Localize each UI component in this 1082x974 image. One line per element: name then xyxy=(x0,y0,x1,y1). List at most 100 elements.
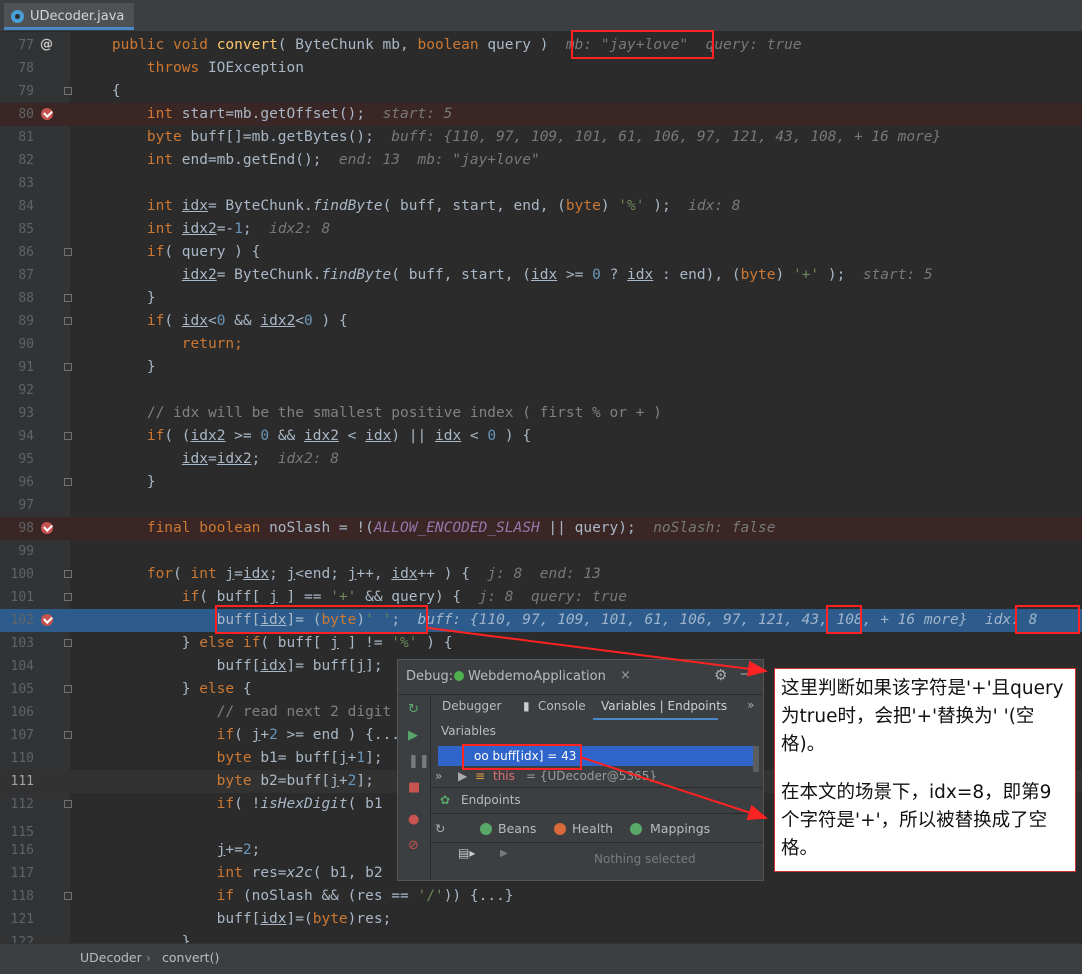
fold-icon[interactable] xyxy=(64,731,72,739)
breadcrumb-class[interactable]: UDecoder xyxy=(80,944,142,972)
endpoints-label[interactable]: Endpoints xyxy=(461,793,521,807)
code-text: int start=mb.getOffset(); start: 5 xyxy=(77,106,453,122)
line-number: 105 xyxy=(10,682,34,697)
list-icon[interactable]: ▤▸ xyxy=(458,846,475,860)
fold-icon[interactable] xyxy=(64,685,72,693)
fold-icon[interactable] xyxy=(64,570,72,578)
annotation-paragraph-2: 在本文的场景下，idx=8，即第9个字符是'+'，所以被替换成了空格。 xyxy=(781,782,1052,859)
debug-session-tab[interactable]: WebdemoApplication xyxy=(468,669,606,684)
highlight-mb-hint xyxy=(571,30,714,59)
expand-icon[interactable]: ▶ xyxy=(500,848,508,859)
inline-hint: start: 5 xyxy=(382,106,453,122)
fold-icon[interactable] xyxy=(64,248,72,256)
code-text: final boolean noSlash = !(ALLOW_ENCODED_… xyxy=(77,520,776,536)
breadcrumb: UDecoder › convert() xyxy=(0,943,1082,974)
variables-label: Variables xyxy=(441,724,496,738)
code-line: 101 if( buff[ j ] == '+' && query) { j: … xyxy=(0,586,1082,609)
line-number: 101 xyxy=(10,590,34,605)
fold-icon[interactable] xyxy=(64,639,72,647)
stop-icon[interactable]: ■ xyxy=(408,780,420,795)
highlight-idx-hint xyxy=(1015,605,1080,634)
file-tab-udecoder[interactable]: UDecoder.java xyxy=(4,3,135,30)
code-line: 81 byte buff[]=mb.getBytes(); buff: {110… xyxy=(0,126,1082,149)
close-icon[interactable]: × xyxy=(620,668,631,683)
fold-icon[interactable] xyxy=(64,87,72,95)
code-line: 118 if (noSlash && (res == '/')) {...} xyxy=(0,885,1082,908)
breakpoint-icon[interactable] xyxy=(41,108,53,120)
variable-row-buff-idx[interactable]: oo buff[idx] = 43 xyxy=(438,746,753,766)
override-icon[interactable]: @ xyxy=(40,38,54,52)
tab-beans[interactable]: Beans xyxy=(498,821,536,836)
line-number: 99 xyxy=(18,544,34,559)
line-number: 103 xyxy=(10,636,34,651)
expand-arrow-icon[interactable]: ▶ xyxy=(458,766,467,786)
fold-icon[interactable] xyxy=(64,294,72,302)
fold-icon[interactable] xyxy=(64,800,72,808)
view-breakpoints-icon[interactable]: ● xyxy=(408,812,419,827)
breakpoint-icon[interactable] xyxy=(41,522,53,534)
console-icon: ▮ xyxy=(523,699,530,713)
tab-debugger[interactable]: Debugger xyxy=(442,699,501,713)
execution-line: 102 buff[idx]= (byte)' '; buff: {110, 97… xyxy=(0,609,1082,632)
gear-icon[interactable]: ⚙ xyxy=(714,666,727,684)
line-number: 107 xyxy=(10,728,34,743)
minimize-icon[interactable]: — xyxy=(740,664,755,682)
code-text: for( int j=idx; j<end; j++, idx++ ) { j:… xyxy=(77,566,601,582)
divider xyxy=(431,813,763,814)
code-line: 86 if( query ) { xyxy=(0,241,1082,264)
pause-icon[interactable]: ❚❚ xyxy=(408,754,430,769)
line-number: 106 xyxy=(10,705,34,720)
fold-icon[interactable] xyxy=(64,478,72,486)
code-line: 121 buff[idx]=(byte)res; xyxy=(0,908,1082,931)
tab-health[interactable]: Health xyxy=(572,821,613,836)
debug-tool-window[interactable]: Debug: WebdemoApplication × ⚙ — ↻ ▶ ❚❚ ■… xyxy=(397,659,764,881)
breakpoint-icon[interactable] xyxy=(41,614,53,626)
debug-tabs: Debugger ▮ Console Variables | Endpoints… xyxy=(398,694,763,720)
annotation-paragraph-1: 这里判断如果该字符是'+'且query为true时，会把'+'替换为' '(空格… xyxy=(781,678,1064,755)
more-tabs-icon[interactable]: » xyxy=(747,698,754,712)
breadcrumb-method[interactable]: convert() xyxy=(162,944,219,972)
variable-row-this[interactable]: » ▶ ≡ this = {UDecoder@5365} xyxy=(435,766,753,786)
line-number: 117 xyxy=(10,866,34,881)
line-number: 118 xyxy=(10,889,34,904)
code-line: 87 idx2= ByteChunk.findByte( buff, start… xyxy=(0,264,1082,287)
inline-hint: idx2: 8 xyxy=(277,451,339,467)
line-number: 121 xyxy=(10,912,34,927)
code-comment: // idx will be the smallest positive ind… xyxy=(77,405,662,421)
line-number: 77 xyxy=(18,38,34,53)
active-tab-indicator xyxy=(593,718,718,720)
inline-hint-query: query: true xyxy=(705,37,802,53)
scrollbar[interactable] xyxy=(753,746,759,772)
code-text: byte b1= buff[j+1]; xyxy=(77,750,383,766)
refresh-icon[interactable]: ↻ xyxy=(435,821,445,836)
line-number: 79 xyxy=(18,84,34,99)
line-number: 98 xyxy=(18,521,34,536)
endpoint-tabs: ↻ Beans Health Mappings xyxy=(433,818,763,840)
tab-console[interactable]: Console xyxy=(538,699,586,713)
fold-icon[interactable] xyxy=(64,317,72,325)
breadcrumb-separator: › xyxy=(146,950,151,965)
tab-variables-endpoints[interactable]: Variables | Endpoints xyxy=(601,699,727,713)
code-line: 82 int end=mb.getEnd(); end: 13 mb: "jay… xyxy=(0,149,1082,172)
code-line: 89 if( idx<0 && idx2<0 ) { xyxy=(0,310,1082,333)
fold-icon[interactable] xyxy=(64,593,72,601)
fold-icon[interactable] xyxy=(64,363,72,371)
fold-icon[interactable] xyxy=(64,432,72,440)
resume-icon[interactable]: ▶ xyxy=(408,728,418,743)
line-number: 102 xyxy=(10,613,34,628)
line-number: 110 xyxy=(10,751,34,766)
line-number: 111 xyxy=(10,774,34,789)
line-number: 85 xyxy=(18,222,34,237)
code-text: byte b2=buff[j+2]; xyxy=(77,773,374,789)
line-number: 122 xyxy=(10,935,34,943)
expand-arrows-icon[interactable]: » xyxy=(435,766,442,786)
code-text: int end=mb.getEnd(); end: 13 mb: "jay+lo… xyxy=(77,152,540,168)
debug-title: Debug: xyxy=(406,669,454,684)
line-number: 97 xyxy=(18,498,34,513)
inline-hint: noSlash: false xyxy=(653,520,776,536)
mute-breakpoints-icon[interactable]: ⊘ xyxy=(408,838,419,853)
tab-mappings[interactable]: Mappings xyxy=(650,821,710,836)
variable-text: oo buff[idx] = 43 xyxy=(474,749,577,763)
java-class-icon xyxy=(11,10,24,23)
fold-icon[interactable] xyxy=(64,892,72,900)
